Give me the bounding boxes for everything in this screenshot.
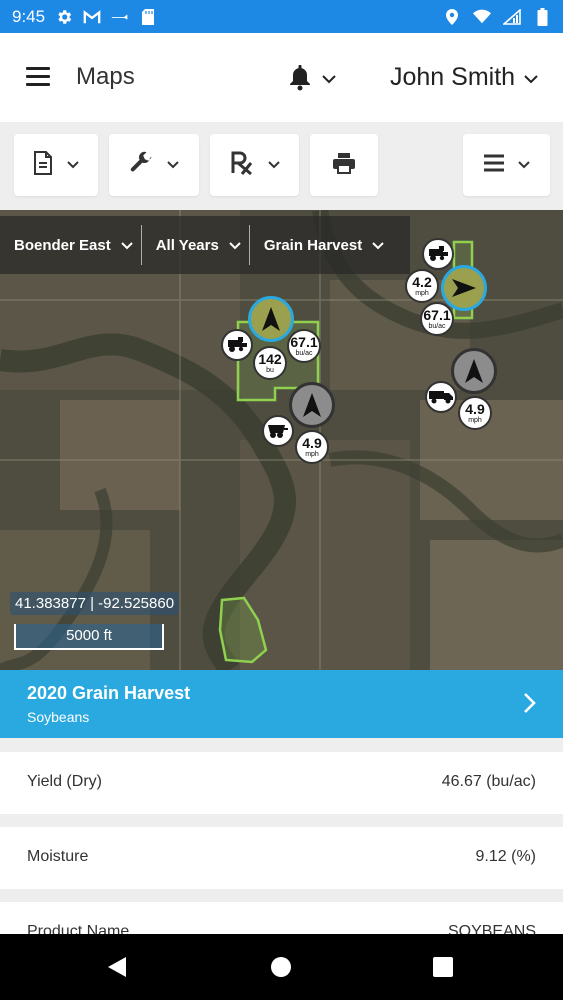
chevron-down-icon xyxy=(372,237,384,254)
load-unit: bu xyxy=(266,367,274,374)
settings-gear-icon xyxy=(55,8,73,26)
truck-vehicle-icon[interactable] xyxy=(425,381,457,413)
system-navigation-bar xyxy=(0,934,563,1000)
detail-row-yield: Yield (Dry) 46.67 (bu/ac) xyxy=(0,752,563,814)
speed-unit: mph xyxy=(305,451,319,458)
location-icon xyxy=(443,8,461,26)
field-filter-label: Boender East xyxy=(14,236,111,254)
wifi-icon xyxy=(473,8,491,26)
printer-icon xyxy=(332,152,356,179)
year-filter-label: All Years xyxy=(155,236,219,254)
battery-icon xyxy=(533,7,551,26)
signal-icon xyxy=(503,8,521,26)
load-value: 142 xyxy=(258,351,282,367)
heading-arrow-icon xyxy=(465,359,483,383)
grain-cart-vehicle-icon[interactable] xyxy=(262,415,294,447)
yield-value: 67.1 xyxy=(423,307,451,323)
menu-icon[interactable] xyxy=(26,67,50,87)
operation-filter[interactable]: Grain Harvest xyxy=(248,225,392,265)
recents-icon[interactable] xyxy=(433,957,453,982)
heading-arrow-icon xyxy=(303,393,321,417)
sd-card-icon xyxy=(139,8,157,26)
combine-vehicle-icon[interactable] xyxy=(422,238,454,270)
chevron-down-icon xyxy=(517,156,530,174)
document-menu-button[interactable] xyxy=(14,134,98,196)
back-icon[interactable] xyxy=(106,956,128,983)
yield-bubble: 67.1 bu/ac xyxy=(287,329,321,363)
print-button[interactable] xyxy=(310,134,378,196)
chevron-down-icon xyxy=(67,156,79,174)
speed-unit: mph xyxy=(468,417,482,424)
list-menu-icon xyxy=(483,154,504,177)
speed-unit: mph xyxy=(415,290,429,297)
gmail-icon xyxy=(83,8,101,26)
prescription-menu-button[interactable] xyxy=(210,134,299,196)
detail-label: Yield (Dry) xyxy=(27,773,102,790)
harvest-title: 2020 Grain Harvest xyxy=(27,683,191,703)
map-filter-bar: Boender East All Years Grain Harvest xyxy=(0,216,410,274)
yield-bubble: 67.1 bu/ac xyxy=(420,302,454,336)
heading-arrow-icon xyxy=(262,307,280,331)
notifications-bell-icon[interactable] xyxy=(288,65,312,96)
speed-bubble: 4.9 mph xyxy=(458,396,492,430)
status-time: 9:45 xyxy=(12,6,46,26)
load-bubble: 142 bu xyxy=(253,346,287,380)
home-icon[interactable] xyxy=(271,957,291,982)
detail-label: Moisture xyxy=(27,848,89,865)
speed-value: 4.9 xyxy=(302,435,322,451)
page-title: Maps xyxy=(76,63,135,90)
field-filter[interactable]: Boender East xyxy=(0,225,141,265)
map-scale-bar: 5000 ft xyxy=(14,624,164,650)
combine-location-marker-active[interactable] xyxy=(441,265,487,311)
user-menu-chevron-down-icon[interactable] xyxy=(524,71,538,89)
speed-bubble: 4.2 mph xyxy=(405,269,439,303)
year-filter[interactable]: All Years xyxy=(140,225,249,265)
truck-location-marker[interactable] xyxy=(451,348,497,394)
prescription-rx-icon xyxy=(230,151,254,180)
wrench-icon xyxy=(129,151,153,180)
status-bar: 9:45 xyxy=(0,0,563,33)
speed-value: 4.9 xyxy=(465,401,485,417)
speed-value: 4.2 xyxy=(412,274,432,290)
yield-unit: bu/ac xyxy=(428,323,446,330)
list-menu-button[interactable] xyxy=(463,134,550,196)
operation-filter-label: Grain Harvest xyxy=(263,236,363,254)
map-toolbar xyxy=(0,122,563,210)
grain-cart-location-marker[interactable] xyxy=(289,382,335,428)
chevron-down-icon xyxy=(267,156,280,174)
chevron-down-icon xyxy=(120,237,133,254)
map-coordinates: 41.383877 | -92.525860 xyxy=(10,592,180,615)
tractor-notification-icon xyxy=(111,8,129,26)
yield-unit: bu/ac xyxy=(295,350,313,357)
speed-bubble: 4.9 mph xyxy=(295,430,329,464)
document-icon xyxy=(33,150,53,180)
harvest-crop: Soybeans xyxy=(27,709,90,725)
detail-value: 46.67 (bu/ac) xyxy=(441,773,536,790)
tools-menu-button[interactable] xyxy=(109,134,199,196)
notifications-chevron-down-icon[interactable] xyxy=(322,71,336,89)
combine-location-marker-active[interactable] xyxy=(248,296,294,342)
combine-vehicle-icon[interactable] xyxy=(221,329,253,361)
satellite-map[interactable]: Boender East All Years Grain Harvest 4.2… xyxy=(0,210,563,670)
app-bar: Maps John Smith xyxy=(0,33,563,122)
heading-arrow-icon xyxy=(452,279,476,297)
yield-value: 67.1 xyxy=(290,334,318,350)
chevron-right-icon xyxy=(523,692,537,719)
harvest-summary-banner[interactable]: 2020 Grain Harvest Soybeans xyxy=(0,670,563,738)
detail-row-moisture: Moisture 9.12 (%) xyxy=(0,827,563,889)
user-menu-name[interactable]: John Smith xyxy=(390,63,515,92)
detail-value: 9.12 (%) xyxy=(475,848,536,865)
chevron-down-icon xyxy=(167,156,179,174)
chevron-down-icon xyxy=(229,237,241,254)
